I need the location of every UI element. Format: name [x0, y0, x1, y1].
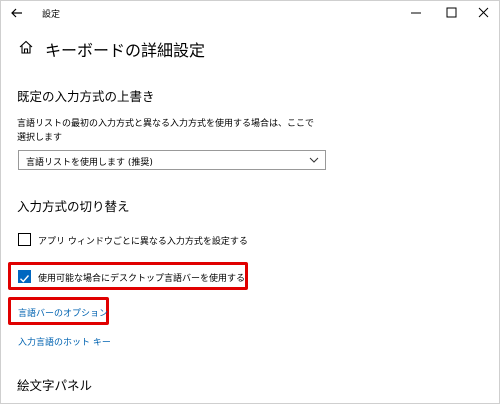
per-app-checkbox[interactable]	[18, 233, 31, 246]
window-title: 設定	[42, 10, 61, 20]
override-description-line2: 選択します	[17, 133, 63, 143]
desktop-bar-checkbox[interactable]	[18, 270, 31, 283]
maximize-icon[interactable]	[437, 2, 465, 24]
desktop-bar-label[interactable]: 使用可能な場合にデスクトップ言語バーを使用する	[38, 271, 245, 284]
minimize-icon[interactable]	[402, 2, 430, 24]
override-heading: 既定の入力方式の上書き	[17, 89, 155, 104]
page-title: キーボードの詳細設定	[45, 41, 206, 60]
input-method-select-value: 言語リストを使用します (推奨)	[26, 158, 153, 168]
input-language-hotkeys-link[interactable]: 入力言語のホット キー	[18, 335, 111, 348]
close-icon[interactable]	[470, 2, 498, 24]
chevron-down-icon	[309, 157, 319, 163]
arrow-left-icon[interactable]	[8, 4, 26, 22]
override-description: 言語リストの最初の入力方式と異なる入力方式を使用する場合は、ここで 選択します	[17, 117, 314, 145]
emoji-heading: 絵文字パネル	[17, 378, 93, 393]
title-bar: 設定	[0, 0, 500, 28]
override-description-line1: 言語リストの最初の入力方式と異なる入力方式を使用する場合は、ここで	[17, 119, 315, 129]
per-app-label[interactable]: アプリ ウィンドウごとに異なる入力方式を設定する	[38, 234, 248, 247]
home-icon	[19, 40, 33, 54]
language-bar-options-link[interactable]: 言語バーのオプション	[18, 306, 108, 319]
input-method-select[interactable]: 言語リストを使用します (推奨)	[18, 150, 326, 170]
checkmark-icon	[20, 275, 30, 283]
switching-heading: 入力方式の切り替え	[17, 199, 130, 214]
